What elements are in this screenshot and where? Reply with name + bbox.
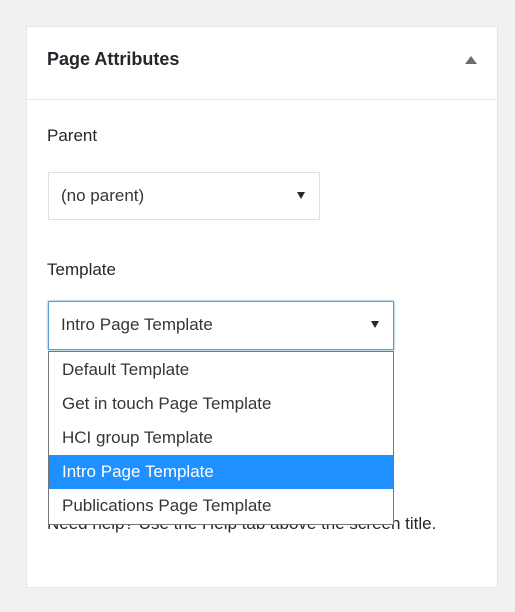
- template-option[interactable]: HCI group Template: [49, 421, 393, 455]
- parent-select-value: (no parent): [61, 186, 145, 205]
- dropdown-arrow-icon: [371, 321, 379, 328]
- dropdown-arrow-icon: [297, 192, 305, 199]
- template-label: Template: [47, 260, 116, 279]
- parent-label: Parent: [47, 126, 98, 145]
- template-option[interactable]: Get in touch Page Template: [49, 387, 393, 421]
- template-select-value: Intro Page Template: [61, 315, 213, 334]
- panel-header[interactable]: Page Attributes: [27, 27, 497, 100]
- parent-select[interactable]: (no parent): [48, 172, 320, 220]
- template-option[interactable]: Publications Page Template: [49, 489, 393, 523]
- template-option[interactable]: Default Template: [49, 353, 393, 387]
- collapse-toggle-icon[interactable]: [465, 56, 477, 64]
- template-dropdown-list: Default Template Get in touch Page Templ…: [48, 351, 394, 525]
- panel-title: Page Attributes: [47, 49, 180, 69]
- template-select[interactable]: Intro Page Template: [48, 301, 394, 350]
- template-option-highlighted[interactable]: Intro Page Template: [49, 455, 393, 489]
- page-attributes-panel: Page Attributes Parent (no parent) Templ…: [26, 26, 498, 588]
